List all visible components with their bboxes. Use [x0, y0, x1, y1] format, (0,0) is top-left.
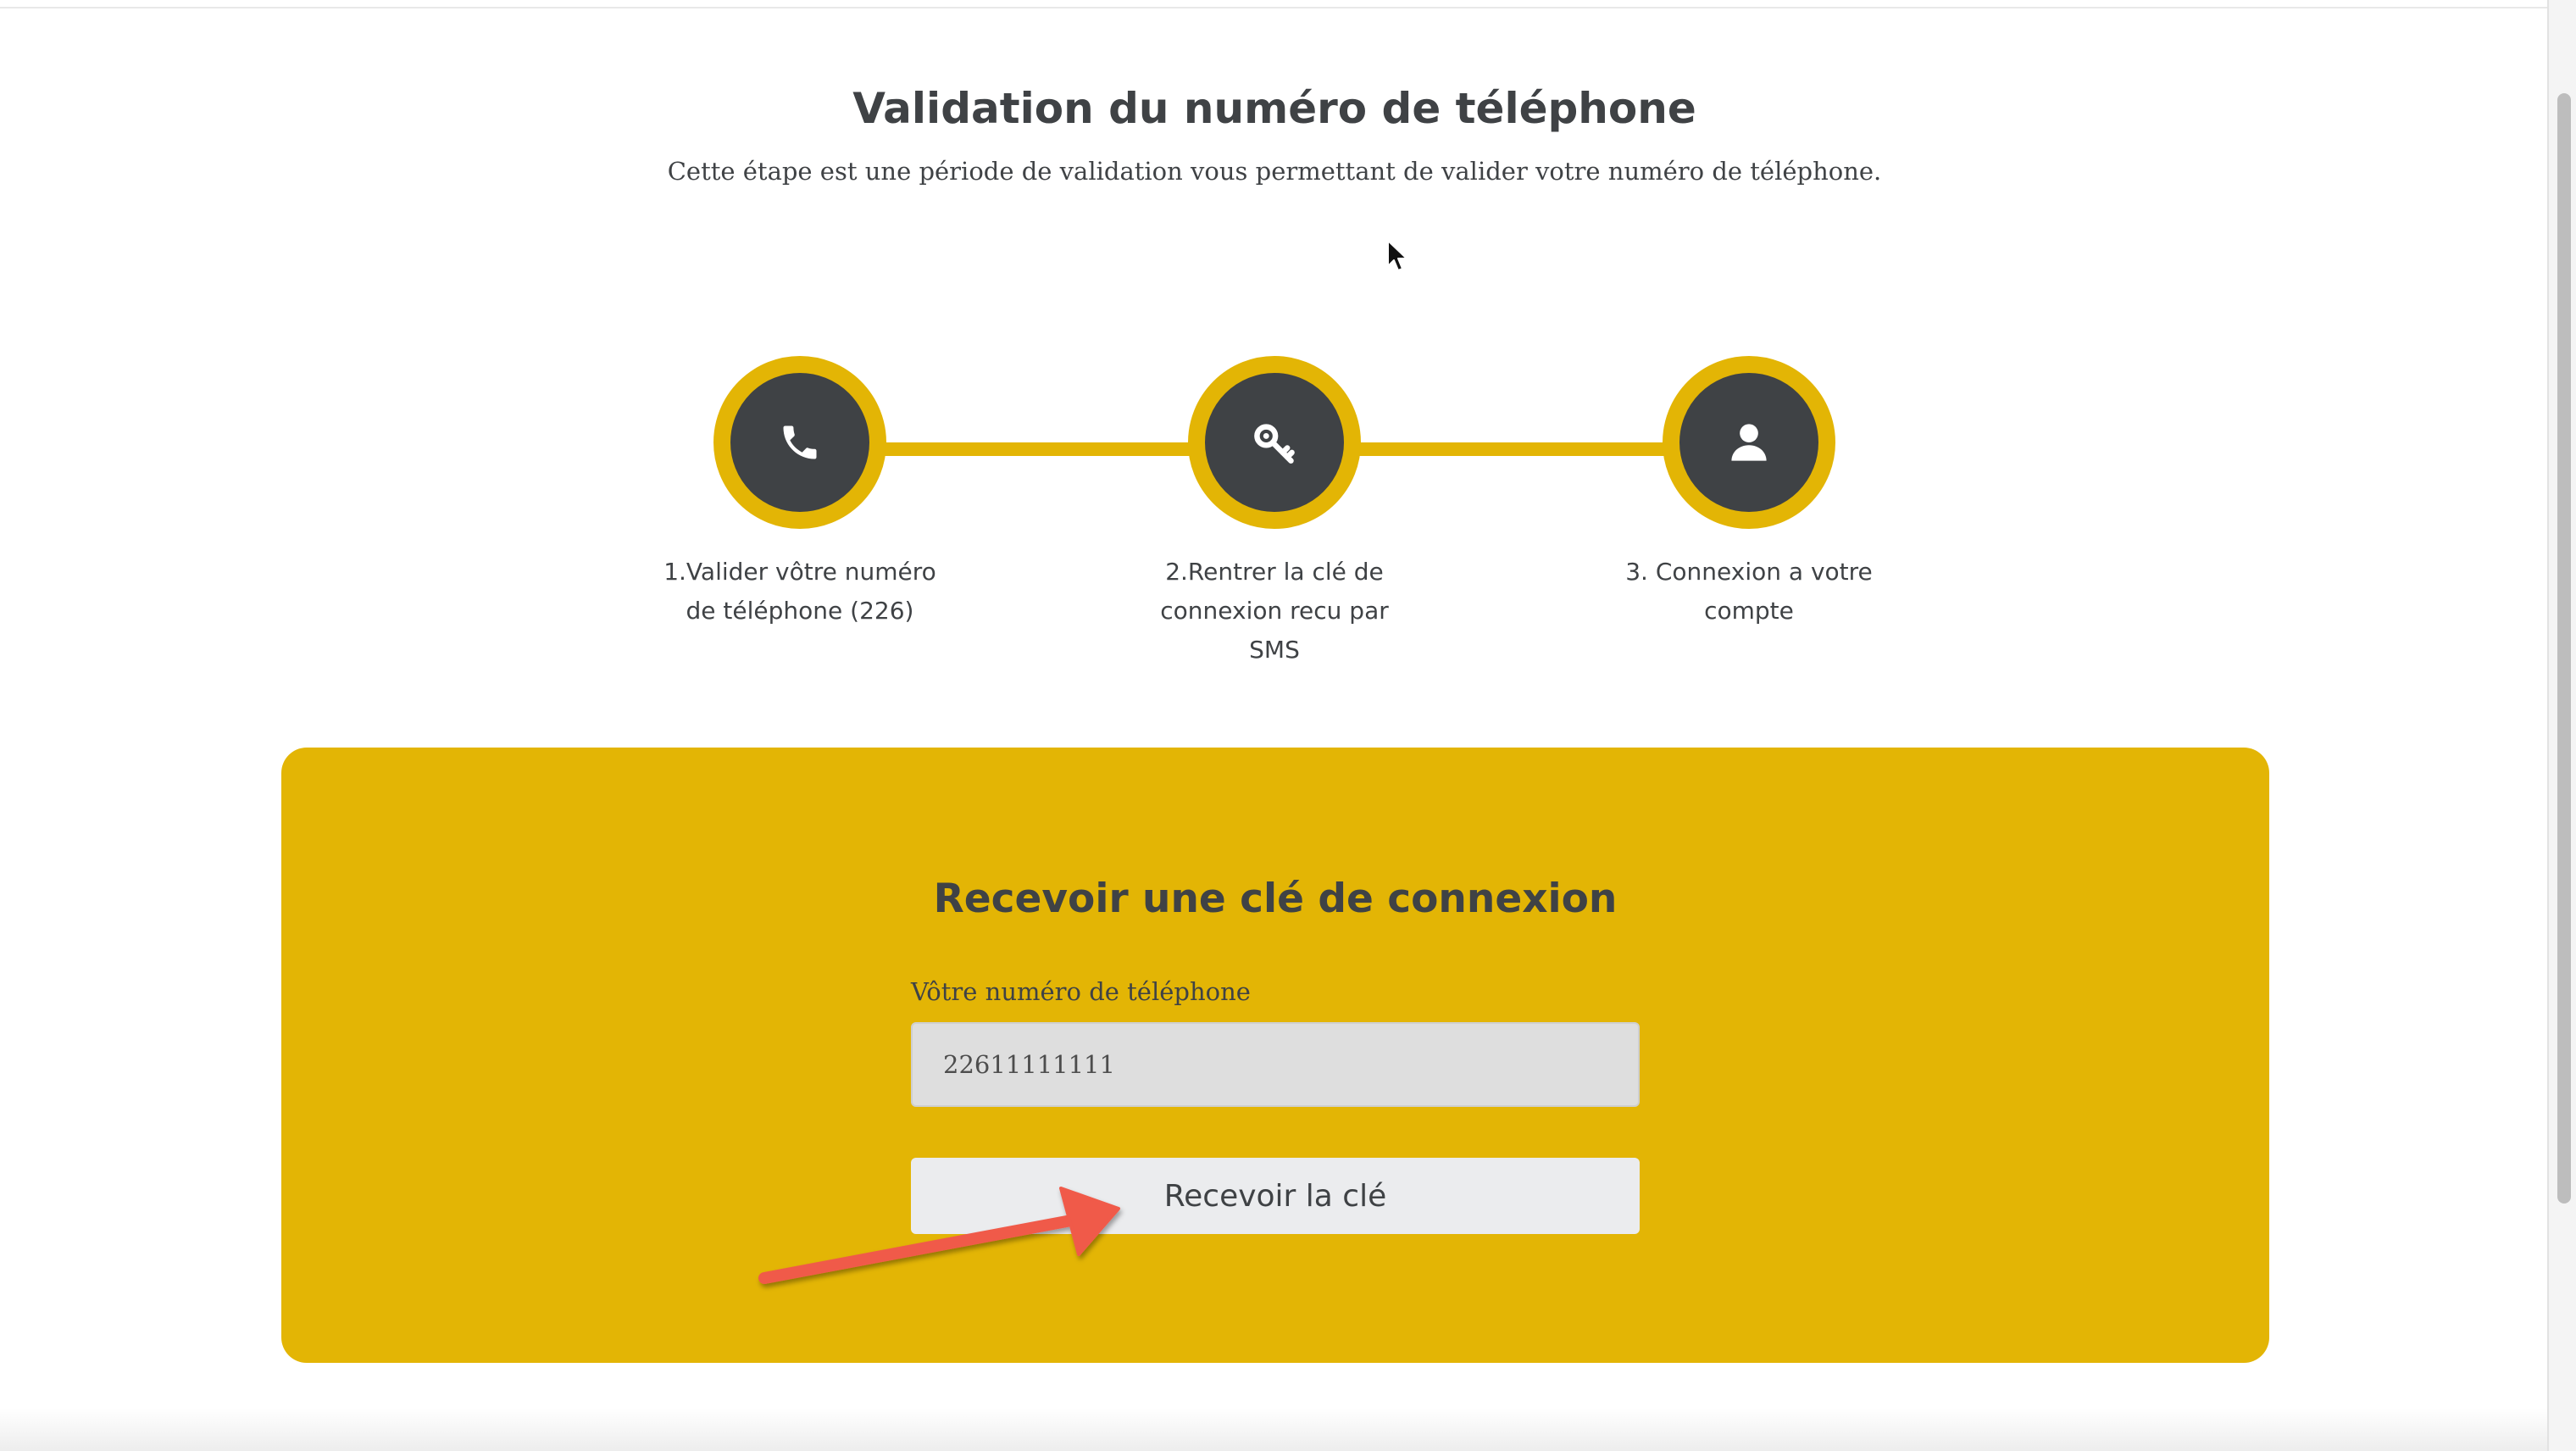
- step-3-label: 3. Connexion a votre compte: [1625, 558, 1873, 625]
- step-connector: [881, 442, 1190, 456]
- key-icon: [1254, 424, 1295, 464]
- step-2-circle: [1188, 356, 1361, 529]
- step-2-label: 2.Rentrer la clé de connexion recu par S…: [1160, 558, 1389, 664]
- panel-title: Recevoir une clé de connexion: [933, 876, 1618, 922]
- bottom-shadow: [0, 1409, 2549, 1451]
- vertical-scrollbar[interactable]: [2547, 0, 2576, 1451]
- scrollbar-thumb[interactable]: [2557, 93, 2571, 1204]
- phone-input[interactable]: [911, 1022, 1640, 1107]
- user-icon: [1731, 424, 1767, 461]
- key-request-panel: Recevoir une clé de connexion Vôtre numé…: [281, 748, 2269, 1363]
- progress-steps: 1.Valider vôtre numéro de téléphone (226…: [0, 356, 2549, 678]
- annotation-arrow-icon: [758, 1187, 1120, 1284]
- step-3-circle: [1663, 356, 1835, 529]
- page-subtitle: Cette étape est une période de validatio…: [667, 157, 1882, 186]
- mouse-cursor-icon: [1387, 240, 1407, 271]
- page-title: Validation du numéro de téléphone: [852, 84, 1696, 133]
- phone-field-label: Vôtre numéro de téléphone: [911, 977, 1251, 1006]
- phone-icon: [783, 425, 817, 459]
- step-1-label: 1.Valider vôtre numéro de téléphone (226…: [663, 558, 936, 625]
- page-content: Validation du numéro de téléphone Cette …: [0, 0, 2549, 1451]
- step-connector: [1356, 442, 1669, 456]
- step-1-circle: [713, 356, 886, 529]
